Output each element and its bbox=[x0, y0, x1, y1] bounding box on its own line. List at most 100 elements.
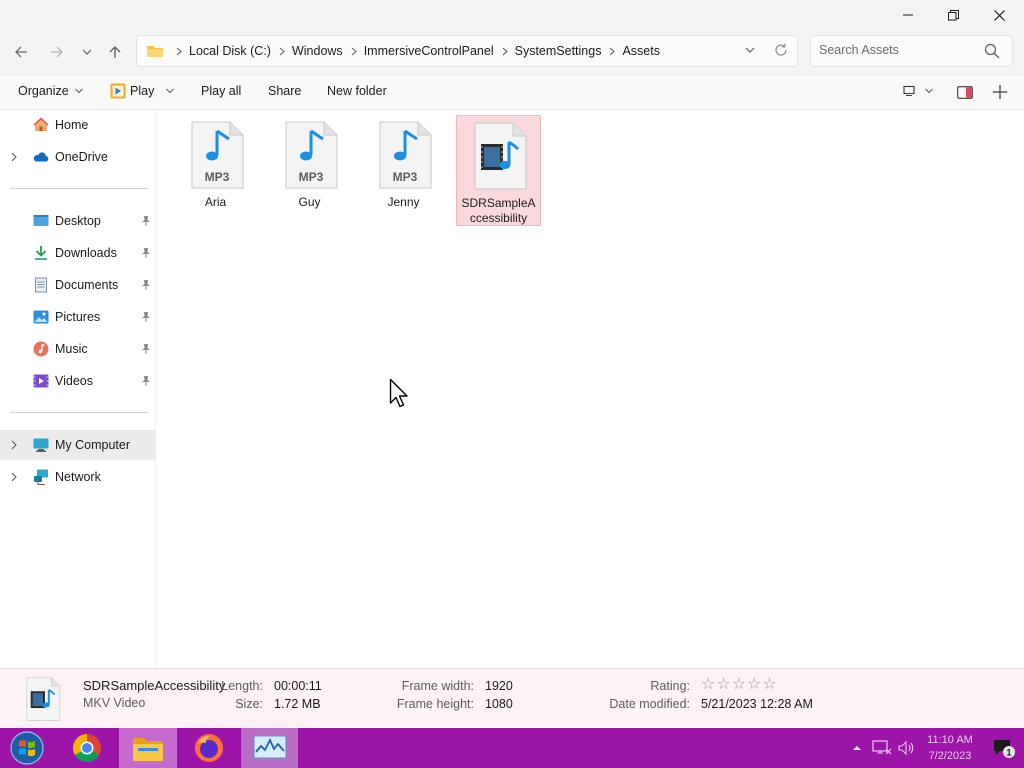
search-icon[interactable] bbox=[984, 43, 1000, 59]
star-icon[interactable]: ☆ bbox=[701, 677, 715, 693]
refresh-icon bbox=[775, 43, 787, 56]
breadcrumb-label: Assets bbox=[622, 44, 660, 58]
start-button[interactable] bbox=[0, 728, 54, 768]
share-button[interactable]: Share bbox=[268, 84, 301, 98]
mp3-file-icon: MP3 bbox=[285, 121, 338, 189]
file-type-badge: MP3 bbox=[393, 170, 418, 184]
mp3-file-icon: MP3 bbox=[379, 121, 432, 189]
sidebar-item-label: Pictures bbox=[55, 310, 101, 324]
add-button[interactable] bbox=[993, 85, 1007, 99]
documents-icon bbox=[35, 277, 47, 293]
chevron-down-icon bbox=[745, 47, 755, 53]
up-button[interactable] bbox=[101, 38, 129, 66]
breadcrumb-local-disk[interactable]: Local Disk (C:) bbox=[189, 44, 292, 58]
close-button[interactable] bbox=[976, 0, 1022, 30]
frame-width-value: 1920 bbox=[485, 679, 513, 693]
taskbar-performance-monitor[interactable] bbox=[241, 728, 298, 768]
arrow-up-icon bbox=[109, 46, 121, 58]
star-icon[interactable]: ☆ bbox=[716, 677, 730, 693]
rating-stars[interactable]: ☆ ☆ ☆ ☆ ☆ bbox=[701, 677, 777, 693]
sidebar-item-onedrive[interactable]: OneDrive bbox=[0, 142, 156, 172]
file-item-sdrsampleaccessibility[interactable]: SDRSampleAccessibility bbox=[456, 115, 541, 226]
pin-icon[interactable] bbox=[141, 247, 151, 258]
mp3-file-icon: MP3 bbox=[191, 121, 244, 189]
organize-button[interactable]: Organize bbox=[18, 84, 83, 98]
network-status-icon bbox=[872, 740, 892, 755]
chevron-right-icon bbox=[502, 47, 508, 55]
address-bar[interactable]: Local Disk (C:) Windows ImmersiveControl… bbox=[136, 35, 798, 67]
video-file-icon bbox=[26, 677, 61, 721]
forward-button[interactable] bbox=[43, 38, 71, 66]
sidebar-item-my-computer[interactable]: My Computer bbox=[0, 430, 156, 460]
file-item-jenny[interactable]: MP3 Jenny bbox=[362, 115, 447, 226]
home-icon bbox=[33, 117, 49, 131]
sidebar-item-videos[interactable]: Videos bbox=[0, 366, 156, 396]
sidebar-item-documents[interactable]: Documents bbox=[0, 270, 156, 300]
address-history-button[interactable] bbox=[745, 44, 755, 58]
navigation-pane: Home OneDrive Desktop Downloads Document… bbox=[0, 110, 156, 668]
sidebar-item-downloads[interactable]: Downloads bbox=[0, 238, 156, 268]
file-item-guy[interactable]: MP3 Guy bbox=[268, 115, 353, 226]
star-icon[interactable]: ☆ bbox=[762, 677, 776, 693]
search-input[interactable] bbox=[819, 43, 979, 57]
sidebar-item-network[interactable]: Network bbox=[0, 462, 156, 492]
taskbar-chrome[interactable] bbox=[60, 728, 114, 768]
breadcrumb-label: Local Disk (C:) bbox=[189, 44, 271, 58]
windows-orb-icon bbox=[10, 731, 44, 765]
view-options-button[interactable] bbox=[903, 85, 933, 97]
pin-icon[interactable] bbox=[141, 215, 151, 226]
display-icon bbox=[903, 85, 915, 96]
notification-icon: 1 bbox=[994, 740, 1015, 758]
music-icon bbox=[33, 341, 49, 357]
sidebar-item-label: OneDrive bbox=[55, 150, 108, 164]
pin-icon[interactable] bbox=[141, 343, 151, 354]
chevron-right-icon[interactable] bbox=[11, 472, 17, 482]
sidebar-item-music[interactable]: Music bbox=[0, 334, 156, 364]
pictures-icon bbox=[33, 310, 49, 324]
breadcrumb-system-settings[interactable]: SystemSettings bbox=[515, 44, 623, 58]
breadcrumb-label: ImmersiveControlPanel bbox=[363, 44, 494, 58]
recent-locations-button[interactable] bbox=[73, 38, 101, 66]
sidebar-item-pictures[interactable]: Pictures bbox=[0, 302, 156, 332]
notification-center-button[interactable]: 1 bbox=[992, 728, 1016, 768]
chevron-down-icon bbox=[925, 88, 933, 94]
tray-volume[interactable] bbox=[897, 728, 915, 768]
details-pane-toggle[interactable] bbox=[957, 86, 973, 99]
refresh-button[interactable] bbox=[773, 42, 789, 61]
chevron-right-icon[interactable] bbox=[11, 440, 17, 450]
minimize-button[interactable] bbox=[885, 0, 931, 30]
play-button[interactable]: Play bbox=[110, 83, 175, 99]
tray-network[interactable] bbox=[872, 728, 892, 768]
breadcrumb-immersive-control-panel[interactable]: ImmersiveControlPanel bbox=[364, 44, 515, 58]
tray-clock[interactable]: 11:10 AM 7/2/2023 bbox=[918, 732, 982, 764]
star-icon[interactable]: ☆ bbox=[747, 677, 761, 693]
media-player-icon bbox=[110, 83, 126, 99]
breadcrumb-separator-root[interactable] bbox=[168, 47, 189, 56]
chevron-up-icon bbox=[853, 746, 861, 750]
play-all-button[interactable]: Play all bbox=[201, 84, 241, 98]
file-explorer-icon bbox=[133, 738, 163, 761]
file-item-aria[interactable]: MP3 Aria bbox=[174, 115, 259, 226]
star-icon[interactable]: ☆ bbox=[732, 677, 746, 693]
breadcrumb-assets[interactable]: Assets bbox=[622, 44, 660, 58]
pin-icon[interactable] bbox=[141, 311, 151, 322]
pin-icon[interactable] bbox=[141, 375, 151, 386]
breadcrumb-windows[interactable]: Windows bbox=[292, 44, 364, 58]
sidebar-item-desktop[interactable]: Desktop bbox=[0, 206, 156, 236]
sidebar-divider bbox=[10, 188, 148, 189]
sidebar-item-home[interactable]: Home bbox=[0, 110, 156, 140]
taskbar-file-explorer[interactable] bbox=[119, 728, 177, 768]
clock-date: 7/2/2023 bbox=[928, 750, 972, 762]
chevron-right-icon[interactable] bbox=[11, 152, 17, 162]
taskbar-firefox[interactable] bbox=[182, 728, 236, 768]
network-icon bbox=[34, 469, 48, 485]
details-file-name: SDRSampleAccessibility bbox=[83, 678, 226, 693]
sidebar-item-label: Desktop bbox=[55, 214, 101, 228]
new-folder-button[interactable]: New folder bbox=[327, 84, 387, 98]
frame-height-value: 1080 bbox=[485, 697, 513, 711]
restore-button[interactable] bbox=[930, 0, 976, 30]
frame-width-label: Frame width: bbox=[401, 679, 474, 693]
back-button[interactable] bbox=[7, 38, 35, 66]
show-hidden-icons-button[interactable] bbox=[852, 728, 862, 768]
pin-icon[interactable] bbox=[141, 279, 151, 290]
